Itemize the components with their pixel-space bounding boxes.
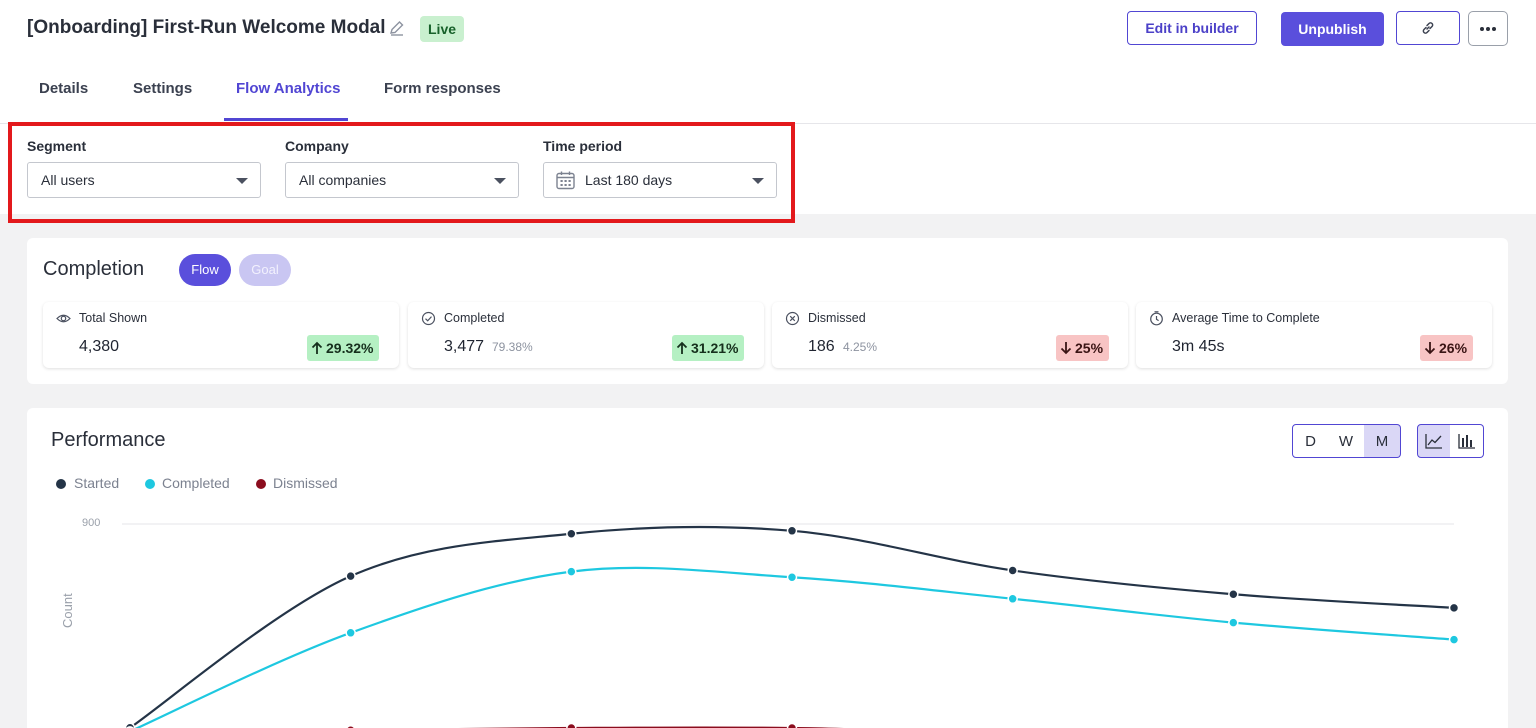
data-point-started[interactable]	[345, 570, 356, 582]
series-line-started	[129, 525, 1455, 728]
data-point-completed[interactable]	[1448, 634, 1460, 645]
data-point-started[interactable]	[1448, 602, 1460, 614]
data-point-completed[interactable]	[1228, 617, 1239, 628]
data-point-started[interactable]	[1228, 589, 1239, 600]
data-point-completed[interactable]	[345, 627, 356, 639]
series-line-completed	[134, 566, 1455, 728]
data-point-completed[interactable]	[786, 572, 798, 583]
data-point-started[interactable]	[786, 525, 798, 537]
data-point-started[interactable]	[566, 528, 577, 539]
data-point-completed[interactable]	[1007, 593, 1018, 605]
performance-chart	[122, 523, 1460, 728]
data-point-started[interactable]	[1007, 565, 1018, 576]
data-point-dismissed[interactable]	[786, 722, 798, 728]
data-point-completed[interactable]	[566, 566, 577, 577]
data-point-dismissed[interactable]	[566, 722, 577, 728]
